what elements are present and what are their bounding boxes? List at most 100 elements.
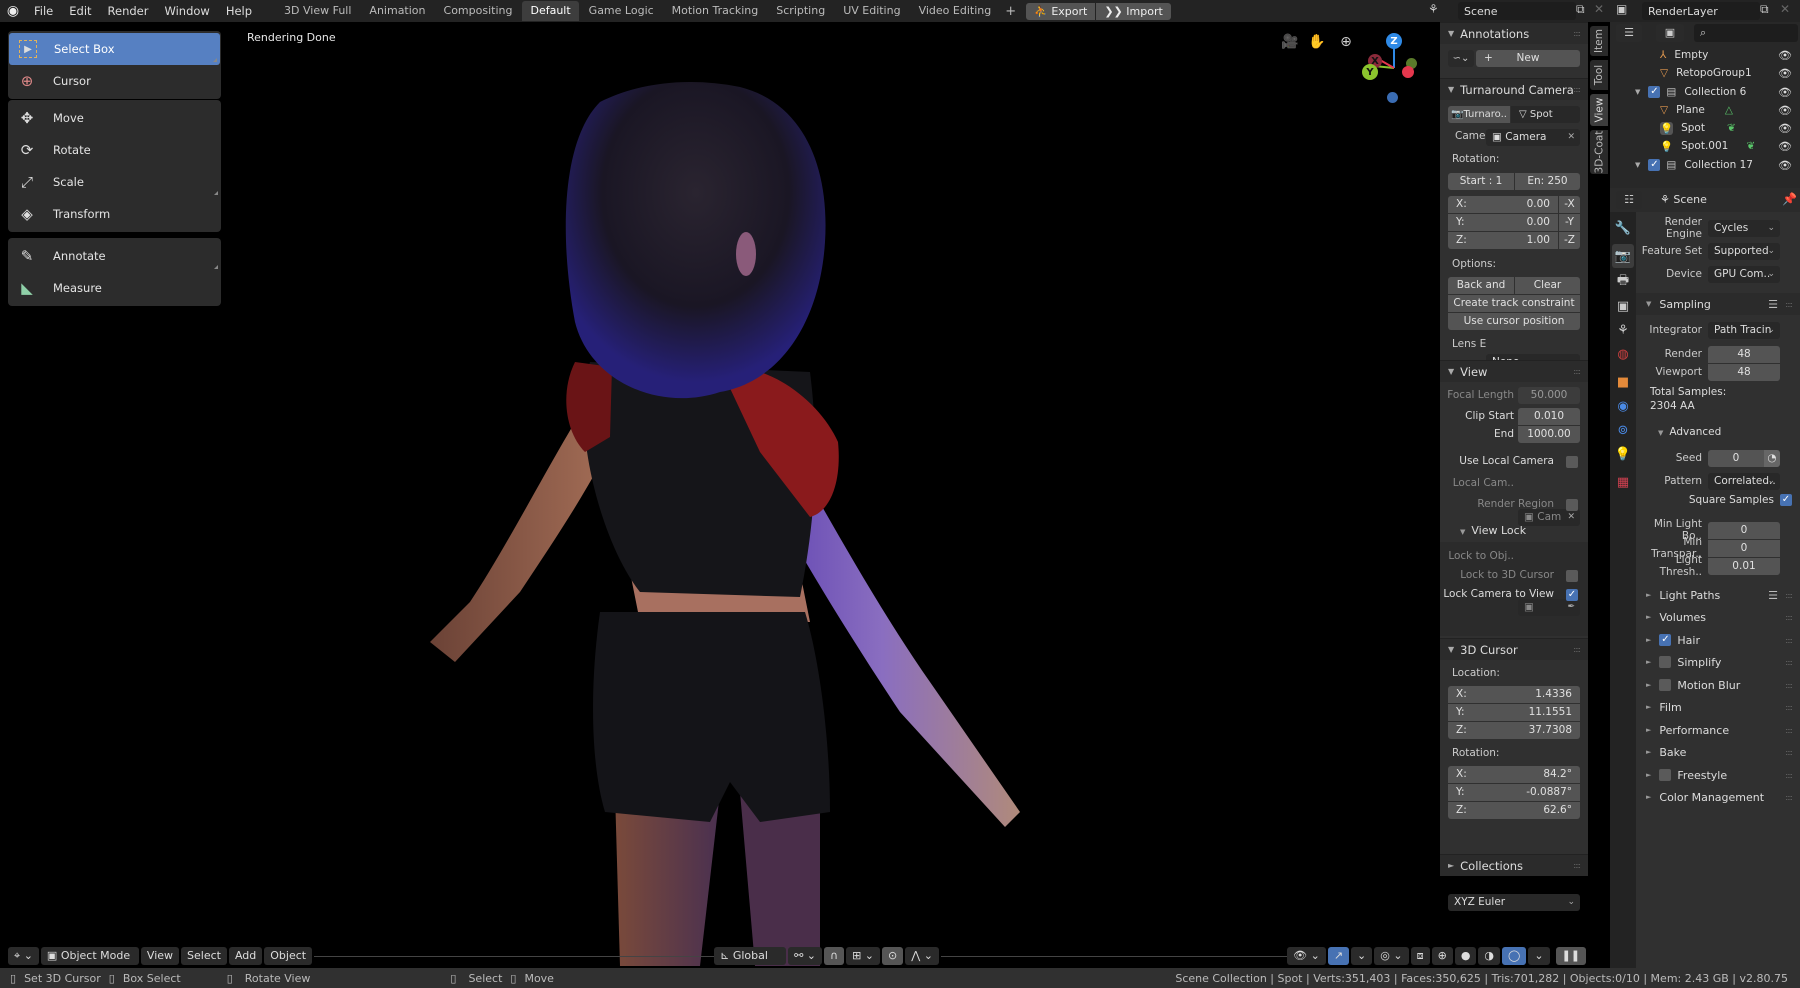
rotation-y-field[interactable]: Y: 0.00 [1448, 214, 1558, 231]
pin-icon[interactable]: 📌 [1782, 192, 1797, 206]
tool-move[interactable]: ✥ Move [8, 102, 221, 134]
tab-item[interactable]: Item [1590, 26, 1608, 56]
hair-checkbox[interactable]: ✓ [1659, 634, 1672, 646]
tab-3d-view-full[interactable]: 3D View Full [276, 1, 359, 21]
3d-cursor-panel-header[interactable]: ▼ 3D Cursor:::: [1440, 638, 1588, 660]
outliner-search-input[interactable]: ⌕ [1694, 24, 1798, 42]
view-panel-header[interactable]: ▼ View:::: [1440, 360, 1588, 382]
lock-to-3d-cursor-checkbox[interactable] [1566, 570, 1578, 582]
tab-uv-editing[interactable]: UV Editing [835, 1, 908, 21]
start-frame-field[interactable]: Start : 1 [1448, 173, 1514, 190]
tab-video-editing[interactable]: Video Editing [911, 1, 1000, 21]
turnaround-camera-button[interactable]: 📷Turnaro.. [1448, 106, 1510, 123]
turnaround-panel-header[interactable]: ▼ Turnaround Camera:::: [1440, 78, 1588, 100]
eyedropper-icon[interactable]: ✒ [1567, 599, 1575, 616]
lock-to-object-field[interactable]: ▣ ✒ [1518, 599, 1580, 616]
create-track-constraint-button[interactable]: Create track constraint [1448, 295, 1580, 312]
render-tab-icon[interactable]: 📷 [1612, 244, 1634, 268]
tab-view[interactable]: View [1590, 94, 1608, 126]
sampling-panel-header[interactable]: ▼ Sampling ☰:::: [1636, 293, 1800, 315]
menu-edit[interactable]: Edit [61, 0, 99, 22]
view-layer-selector[interactable]: RenderLayer [1642, 2, 1760, 20]
viewport-samples-field[interactable]: 48 [1708, 363, 1780, 381]
gizmo-toggle[interactable]: ↗ [1327, 947, 1350, 965]
editor-type-button[interactable]: ⌖ ⌄ [8, 947, 39, 965]
eye-icon[interactable]: 👁 [1778, 86, 1792, 99]
falloff-dropdown[interactable]: ⋀ ⌄ [905, 947, 939, 965]
rotation-neg-y-button[interactable]: -Y [1559, 214, 1580, 231]
gizmo-neg-x-axis[interactable] [1402, 66, 1414, 78]
presets-list-icon[interactable]: ☰ [1768, 298, 1778, 311]
back-and-forth-button[interactable]: Back and fo.. [1448, 277, 1514, 308]
hair-panel-header[interactable]: ► ✓ Hair:::: [1636, 629, 1800, 651]
shading-rendered[interactable]: ◯ [1502, 947, 1527, 965]
spot-button[interactable]: ▽ Spot [1511, 106, 1580, 123]
menu-file[interactable]: File [26, 0, 61, 22]
gizmo-y-axis[interactable]: Y [1362, 64, 1378, 80]
tool-annotate[interactable]: ✎ Annotate [8, 240, 221, 272]
shading-dropdown[interactable]: ⌄ [1528, 947, 1550, 965]
annotation-source-dropdown[interactable]: ∽⌄ [1448, 50, 1474, 67]
proportional-edit-toggle[interactable]: ⊙ [882, 947, 904, 965]
tab-tool[interactable]: Tool [1590, 60, 1608, 90]
snap-toggle[interactable]: ∩ [824, 947, 845, 965]
rotation-mode-dropdown[interactable]: XYZ Euler ⌄ [1448, 894, 1580, 911]
tool-cursor[interactable]: ⊕ Cursor [8, 65, 221, 97]
outliner-item[interactable]: 💡 Spot.001 ❦ 👁 [1610, 137, 1800, 155]
volumes-panel-header[interactable]: ► Volumes:::: [1636, 606, 1800, 628]
new-view-layer-icon[interactable]: ⧉ [1760, 2, 1769, 17]
freestyle-checkbox[interactable] [1659, 769, 1672, 781]
eye-icon[interactable]: 👁 [1778, 159, 1792, 172]
shading-wireframe[interactable]: ⊕ [1431, 947, 1453, 965]
menu-window[interactable]: Window [156, 0, 217, 22]
expand-arrow-icon[interactable]: ▼ [1635, 161, 1640, 169]
tool-transform[interactable]: ◈ Transform [8, 198, 221, 230]
mode-dropdown[interactable]: ▣ Object Mode ⌄ [40, 947, 139, 980]
scene-icon[interactable]: ⚘ [1428, 2, 1448, 20]
output-tab-icon[interactable]: 🖶 [1612, 270, 1634, 294]
render-samples-field[interactable]: 48 [1708, 345, 1780, 363]
import-button[interactable]: ❯❯ Import [1096, 2, 1171, 20]
expand-arrow-icon[interactable]: ▼ [1635, 88, 1640, 96]
clip-start-field[interactable]: 0.010 [1518, 408, 1580, 425]
cursor-location-z-field[interactable]: Z: 37.7308 [1448, 722, 1580, 739]
feature-set-dropdown[interactable]: Supported ⌄ [1708, 242, 1780, 260]
properties-editor-type[interactable]: ☷ [1616, 191, 1642, 209]
rotation-neg-z-button[interactable]: -Z [1559, 232, 1580, 249]
bake-panel-header[interactable]: ► Bake:::: [1636, 741, 1800, 763]
use-cursor-position-button[interactable]: Use cursor position [1448, 313, 1580, 330]
menu-help[interactable]: Help [218, 0, 260, 22]
menu-select[interactable]: Select [181, 947, 227, 965]
min-transparent-field[interactable]: 0 [1708, 539, 1780, 557]
local-camera-field[interactable]: ▣ Cam ✕ [1518, 509, 1580, 526]
render-region-checkbox[interactable] [1566, 499, 1578, 511]
light-paths-panel-header[interactable]: ► Light Paths ☰:::: [1636, 584, 1800, 606]
tab-3d-coat[interactable]: 3D-Coat [1590, 130, 1608, 174]
tab-default[interactable]: Default [522, 1, 579, 21]
xray-toggle[interactable]: ⧈ [1410, 947, 1430, 965]
annotations-panel-header[interactable]: ▼ Annotations:::: [1440, 22, 1588, 44]
delete-scene-icon[interactable]: ✕ [1594, 2, 1604, 16]
cursor-location-x-field[interactable]: X: 1.4336 [1448, 686, 1580, 703]
display-mode-dropdown[interactable]: ▣ [1656, 24, 1684, 42]
tool-select-box[interactable]: ▶ Select Box [9, 33, 220, 65]
performance-panel-header[interactable]: ► Performance:::: [1636, 719, 1800, 741]
color-management-panel-header[interactable]: ► Color Management:::: [1636, 786, 1800, 808]
simplify-checkbox[interactable] [1659, 656, 1672, 668]
cursor-rotation-x-field[interactable]: X: 84.2° [1448, 766, 1580, 783]
tab-motion-tracking[interactable]: Motion Tracking [664, 1, 767, 21]
shading-material[interactable]: ◑ [1478, 947, 1501, 965]
lock-camera-to-view-checkbox[interactable]: ✓ [1566, 589, 1578, 601]
min-light-bounces-field[interactable]: 0 [1708, 521, 1780, 539]
blender-logo-icon[interactable]: ◉ [0, 3, 26, 19]
eye-icon[interactable]: 👁 [1778, 140, 1792, 153]
camera-view-icon[interactable]: 🎥 [1278, 30, 1302, 54]
render-engine-dropdown[interactable]: Cycles ⌄ [1708, 219, 1780, 237]
physics-tab-icon[interactable]: ◉ [1612, 394, 1634, 418]
integrator-dropdown[interactable]: Path Tracin ⌄ [1708, 321, 1780, 339]
outliner-item[interactable]: ▼ ✓ ▤ Collection 17 👁 [1610, 156, 1800, 174]
menu-render[interactable]: Render [100, 0, 157, 22]
3d-viewport[interactable]: Rendering Done 🎥 ✋ ⊕ Z X Y [0, 22, 1588, 966]
world-tab-icon[interactable]: ◍ [1612, 342, 1634, 366]
square-samples-checkbox[interactable]: ✓ [1780, 494, 1792, 506]
